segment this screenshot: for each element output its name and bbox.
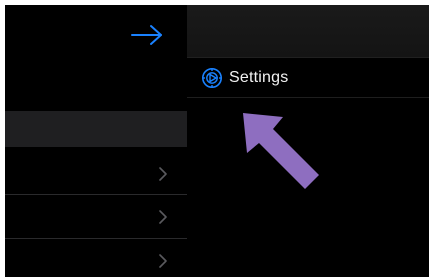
- sidebar-row[interactable]: [5, 239, 187, 277]
- gear-icon: [201, 67, 223, 89]
- settings-divider: [187, 97, 429, 98]
- sidebar-row[interactable]: [5, 195, 187, 239]
- sidebar-panel: [5, 5, 187, 277]
- pointer-arrow-icon: [243, 113, 319, 189]
- app-window: Settings: [5, 5, 429, 277]
- sidebar-row[interactable]: [5, 152, 187, 196]
- chevron-right-icon: [159, 210, 167, 224]
- settings-menu-item[interactable]: Settings: [187, 58, 429, 98]
- selected-sidebar-row[interactable]: [5, 111, 187, 147]
- chevron-right-icon: [159, 167, 167, 181]
- settings-label: Settings: [229, 69, 289, 86]
- arrow-right-icon: [131, 25, 162, 45]
- chevron-right-icon: [159, 254, 167, 268]
- content-header: [187, 5, 429, 57]
- forward-button[interactable]: [125, 19, 169, 51]
